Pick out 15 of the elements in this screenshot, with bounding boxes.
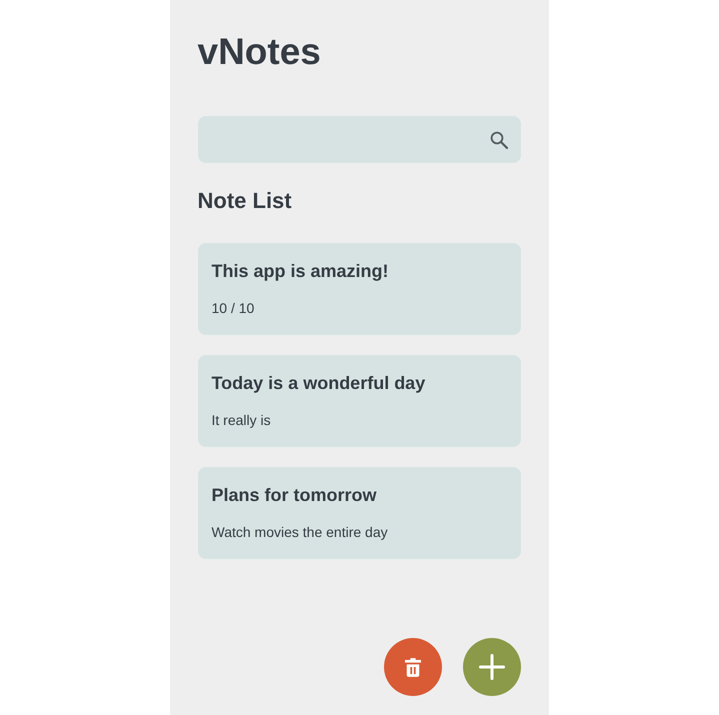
note-title: This app is amazing! [212,260,389,283]
trash-icon [404,656,420,678]
plus-icon [478,654,504,680]
note-card[interactable]: Today is a wonderful day It really is [198,355,520,447]
note-body: It really is [212,411,271,430]
note-title: Plans for tomorrow [212,484,377,507]
app-title: vNotes [198,31,321,73]
note-body: 10 / 10 [212,299,254,318]
search-field[interactable] [198,116,520,163]
search-icon[interactable] [490,130,508,148]
note-card[interactable]: This app is amazing! 10 / 10 [198,243,520,335]
note-card[interactable]: Plans for tomorrow Watch movies the entire day [198,467,520,559]
note-body: Watch movies the entire day [212,523,388,542]
section-heading: Note List [198,187,292,215]
note-title: Today is a wonderful day [212,372,426,395]
